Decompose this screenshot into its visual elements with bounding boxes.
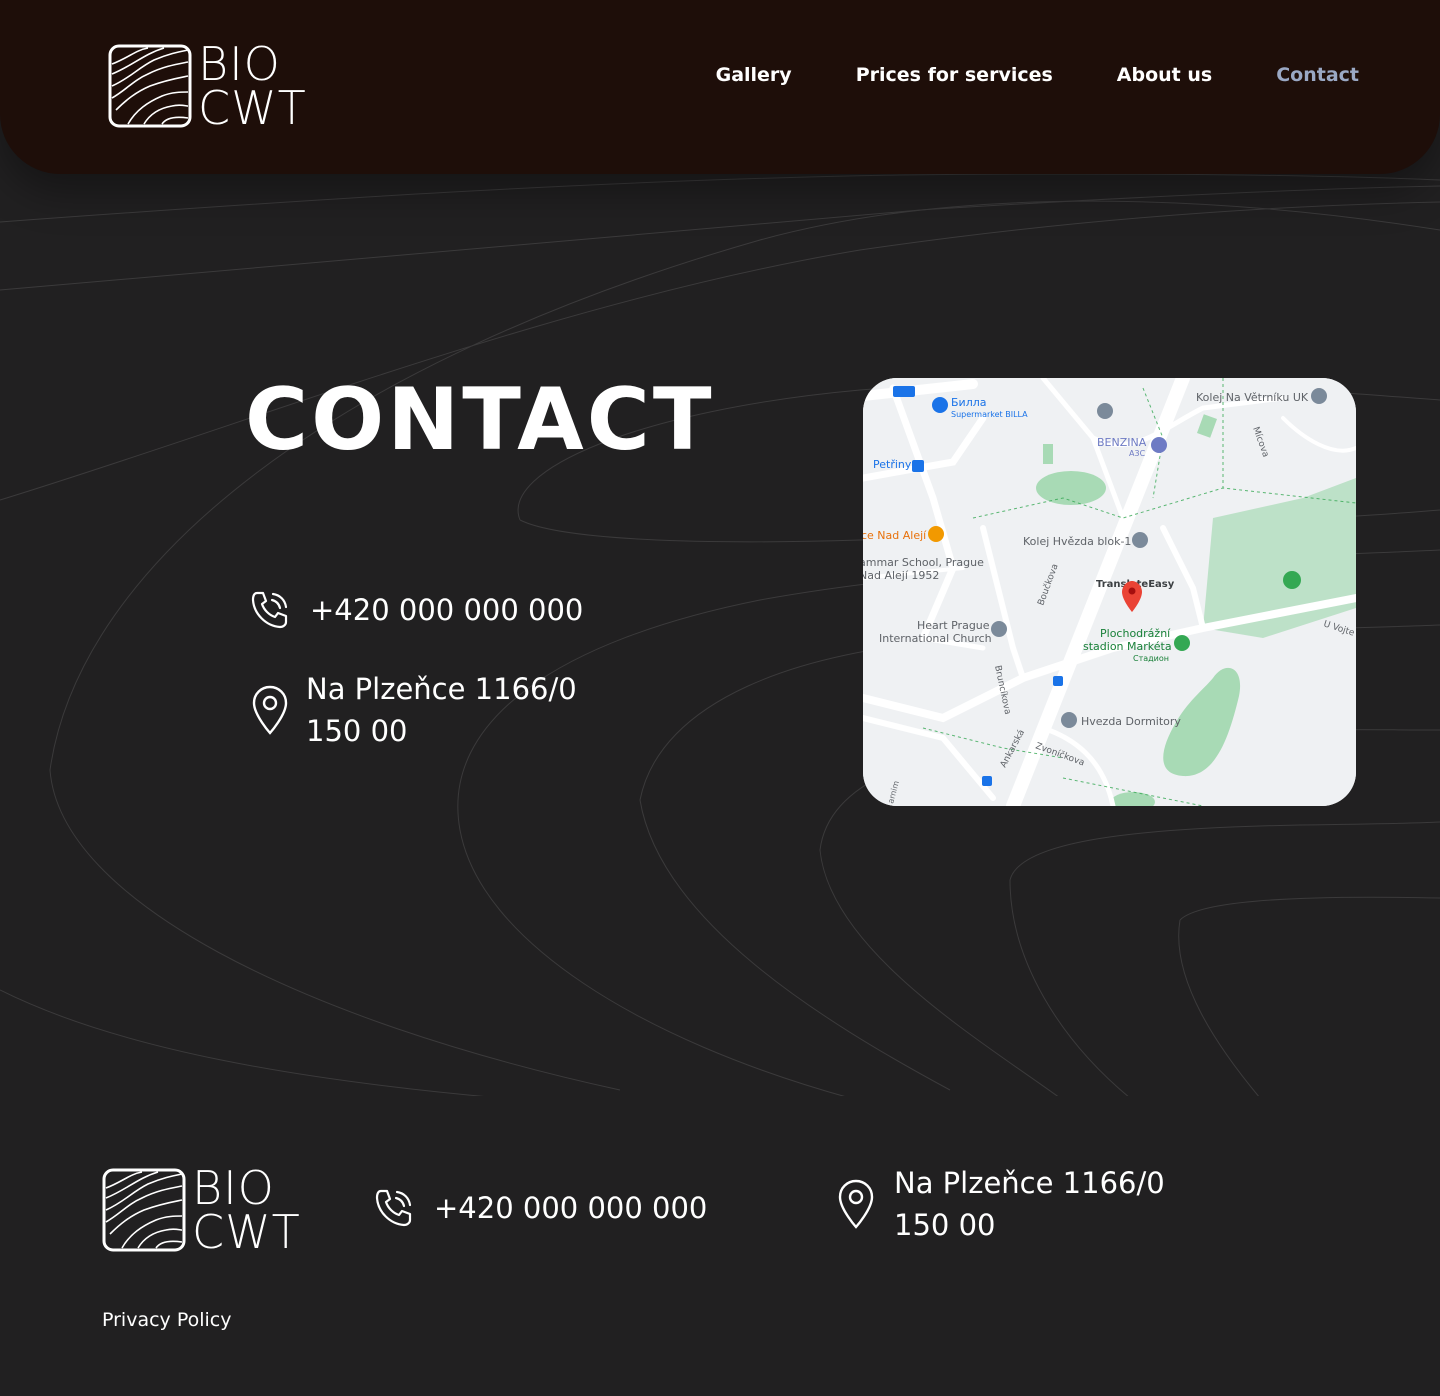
map-label: Supermarket BILLA — [951, 410, 1028, 419]
header-logo[interactable]: BIO CWT — [108, 37, 307, 135]
footer-logo[interactable]: BIO CWT — [102, 1161, 301, 1259]
location-map[interactable]: Билла Supermarket BILLA Kolej Na Větrník… — [863, 378, 1356, 806]
logo-line2: CWT — [198, 81, 307, 135]
map-label: Heart Prague — [917, 619, 990, 632]
phone-number: +420 000 000 000 — [310, 593, 584, 627]
nav-about-us[interactable]: About us — [1117, 64, 1212, 86]
nav-gallery[interactable]: Gallery — [716, 64, 792, 86]
phone-icon — [375, 1189, 412, 1227]
contact-phone[interactable]: +420 000 000 000 — [248, 588, 583, 632]
map-label: stadion Markéta — [1083, 640, 1172, 653]
topographic-logo-icon — [102, 1168, 186, 1252]
footer-address-line1: Na Plzeňce 1166/0 — [894, 1166, 1165, 1200]
footer-address-text: Na Plzeňce 1166/0 150 00 — [894, 1162, 1165, 1246]
footer-address-line2: 150 00 — [894, 1208, 996, 1242]
map-label: Hvezda Dormitory — [1081, 715, 1181, 728]
map-label: Kolej Na Větrníku UK — [1196, 391, 1309, 404]
page-title: CONTACT — [245, 370, 715, 470]
location-pin-icon — [252, 685, 288, 735]
footer-address: Na Plzeňce 1166/0 150 00 — [834, 1162, 1165, 1246]
logo-line1: BIO — [198, 37, 281, 91]
map-label: BENZINA — [1097, 436, 1147, 449]
map-label: A3C — [1129, 449, 1146, 458]
main-nav: Gallery Prices for services About us Con… — [652, 64, 1359, 86]
location-pin-icon — [838, 1179, 874, 1229]
map-label: Petřiny — [873, 458, 912, 471]
map-label: Kolej Hvězda blok-1 — [1023, 535, 1131, 548]
map-label: International Church — [879, 632, 992, 645]
map-label: Nad Alejí 1952 — [863, 569, 939, 582]
privacy-policy-link[interactable]: Privacy Policy — [102, 1309, 231, 1331]
site-footer: BIO CWT +420 000 000 000 Na Plzeňce 1166… — [0, 1096, 1440, 1396]
map-park — [1036, 471, 1106, 505]
map-label: Plochodrážní — [1100, 627, 1171, 640]
map-canvas[interactable]: Билла Supermarket BILLA Kolej Na Větrník… — [863, 378, 1356, 806]
site-header: BIO CWT Gallery Prices for services Abou… — [0, 0, 1440, 174]
map-label: Стадион — [1133, 654, 1169, 663]
map-label: Билла — [951, 396, 987, 409]
logo-line2: CWT — [192, 1205, 301, 1259]
footer-phone[interactable]: +420 000 000 000 — [372, 1186, 707, 1230]
address-text: Na Plzeňce 1166/0 150 00 — [306, 668, 577, 752]
logo-wordmark: BIO CWT — [192, 1161, 301, 1259]
map-park — [1043, 444, 1053, 464]
map-label: ce Nad Alejí — [863, 529, 927, 542]
phone-icon — [251, 591, 288, 629]
address-line1: Na Plzeňce 1166/0 — [306, 672, 577, 706]
footer-phone-number: +420 000 000 000 — [434, 1191, 708, 1225]
nav-prices[interactable]: Prices for services — [856, 64, 1053, 86]
address-line2: 150 00 — [306, 714, 408, 748]
contact-address: Na Plzeňce 1166/0 150 00 — [248, 668, 577, 752]
contact-section: CONTACT +420 000 000 000 Na Plzeňce 1166… — [0, 174, 1440, 1096]
logo-line1: BIO — [192, 1161, 275, 1215]
nav-contact[interactable]: Contact — [1276, 64, 1359, 86]
logo-wordmark: BIO CWT — [198, 37, 307, 135]
topographic-logo-icon — [108, 44, 192, 128]
map-label: ammar School, Prague — [863, 556, 984, 569]
